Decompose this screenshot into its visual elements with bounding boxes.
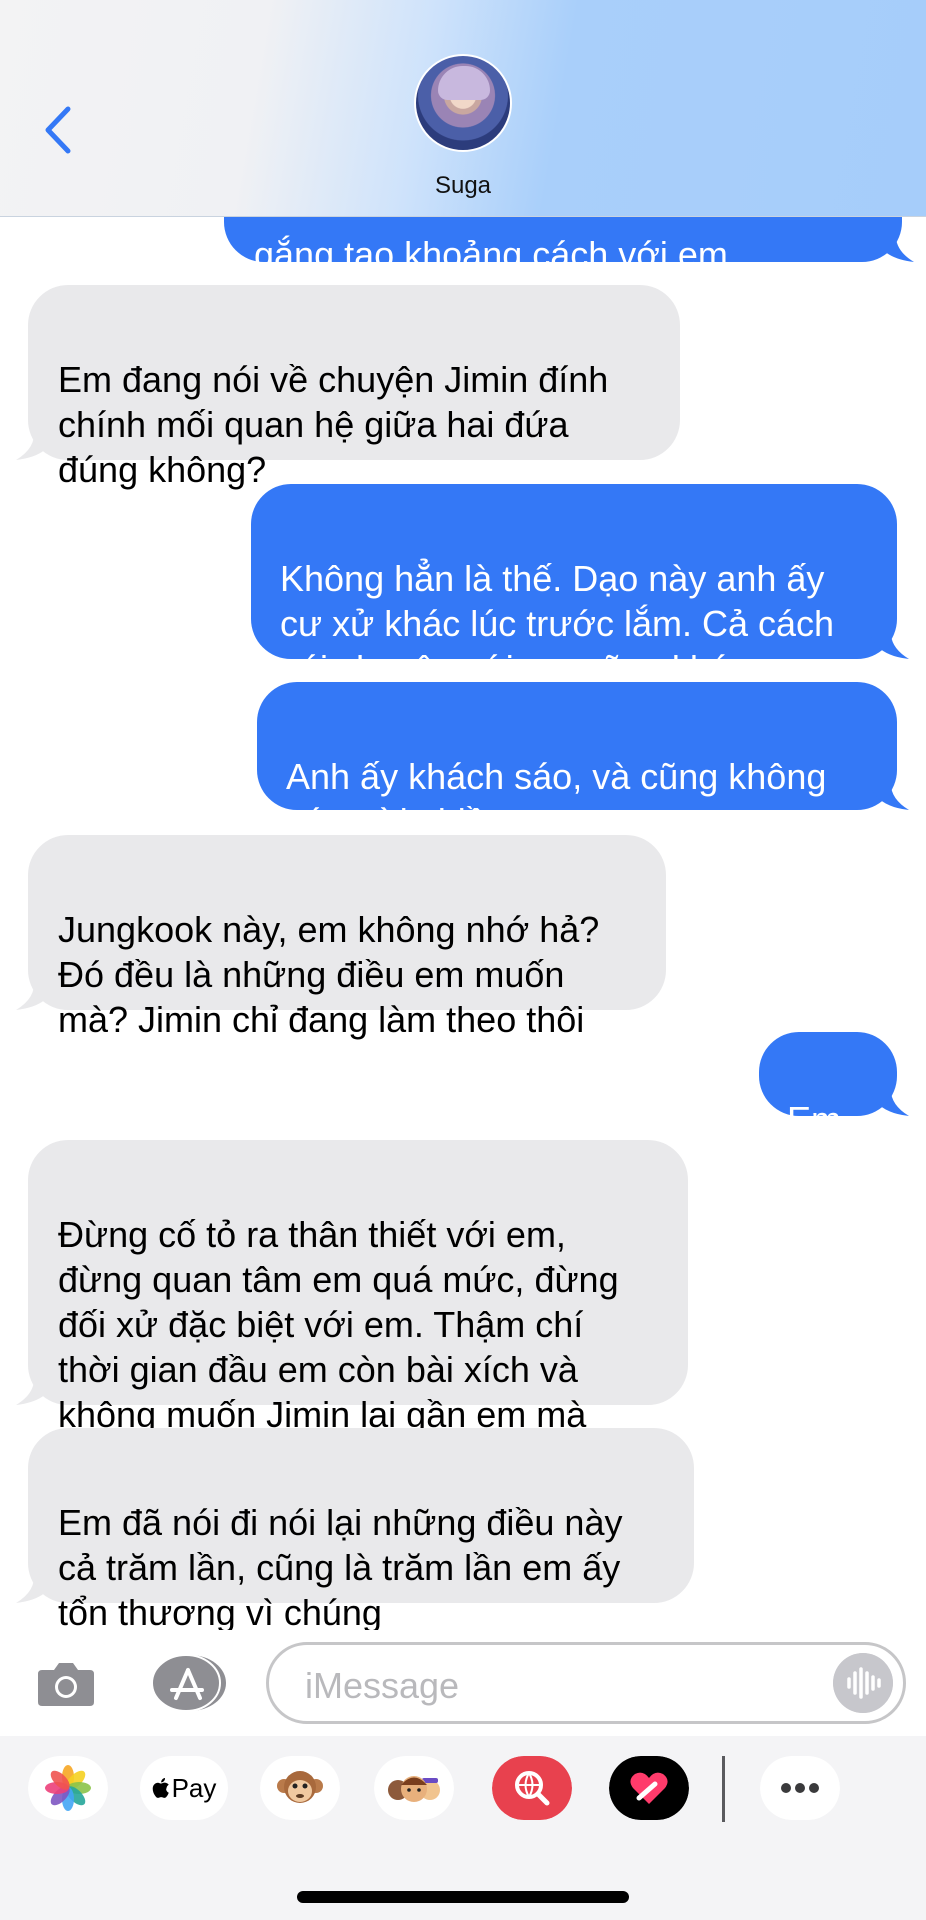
back-chevron-icon[interactable]	[38, 105, 78, 155]
audio-message-icon[interactable]	[833, 1653, 893, 1713]
conversation-header: Suga	[0, 0, 926, 217]
message-text: Jungkook này, em không nhớ hả? Đó đều là…	[58, 909, 600, 1040]
contact-name[interactable]: Suga	[0, 172, 926, 200]
input-bar: iMessage	[0, 1630, 926, 1736]
apple-pay-label: Pay	[171, 1772, 217, 1803]
app-store-icon[interactable]	[150, 1654, 226, 1712]
message-text: Em-	[787, 1099, 853, 1140]
bubble-tail	[16, 980, 56, 1010]
message-thread[interactable]: gắng tạo khoảng cách với em.. Em đang nó…	[0, 0, 926, 1630]
app-drawer: Pay	[0, 1736, 926, 1920]
more-apps-icon[interactable]	[760, 1756, 840, 1820]
digital-touch-icon[interactable]	[609, 1756, 689, 1820]
avatar-photo	[438, 66, 490, 100]
message-text: Em đang nói về chuyện Jimin đính chính m…	[58, 359, 609, 490]
message-text: Không hẳn là thế. Dạo này anh ấy cư xử k…	[280, 558, 835, 689]
message-input-placeholder: iMessage	[305, 1665, 460, 1706]
message-bubble-incoming[interactable]: Em đã nói đi nói lại những điều này cả t…	[16, 1428, 694, 1630]
message-bubble-outgoing[interactable]: Em-	[759, 1032, 909, 1140]
apple-logo-icon	[152, 1778, 169, 1798]
message-bubble-outgoing[interactable]: Anh ấy khách sáo, và cũng không có cười …	[257, 682, 909, 842]
contact-avatar[interactable]	[414, 54, 512, 152]
message-bubble-incoming[interactable]: Em đang nói về chuyện Jimin đính chính m…	[16, 285, 680, 490]
camera-icon[interactable]	[36, 1658, 96, 1708]
message-text: gắng tạo khoảng cách với em..	[254, 234, 748, 275]
animoji-icon[interactable]	[260, 1756, 340, 1820]
apple-pay-icon[interactable]: Pay	[140, 1756, 228, 1820]
bubble-tail	[874, 232, 914, 262]
bubble-tail	[869, 1086, 909, 1116]
message-text: Em đã nói đi nói lại những điều này cả t…	[58, 1502, 623, 1630]
bubble-tail	[869, 780, 909, 810]
bubble-tail	[16, 1375, 56, 1405]
message-bubble-incoming[interactable]: Đừng cố tỏ ra thân thiết với em, đừng qu…	[16, 1140, 688, 1435]
message-text: Đừng cố tỏ ra thân thiết với em, đừng qu…	[58, 1214, 619, 1435]
bubble-tail	[16, 1573, 56, 1603]
bubble-tail	[16, 430, 56, 460]
app-divider	[722, 1756, 725, 1822]
memoji-icon[interactable]	[374, 1756, 454, 1820]
message-bubble-outgoing[interactable]: Không hẳn là thế. Dạo này anh ấy cư xử k…	[251, 484, 909, 689]
web-search-icon[interactable]	[492, 1756, 572, 1820]
message-text: Anh ấy khách sáo, và cũng không có cười …	[286, 756, 827, 842]
photos-icon[interactable]	[28, 1756, 108, 1820]
message-input[interactable]: iMessage	[266, 1642, 906, 1724]
bubble-tail	[869, 629, 909, 659]
home-indicator[interactable]	[297, 1891, 629, 1903]
message-bubble-incoming[interactable]: Jungkook này, em không nhớ hả? Đó đều là…	[16, 835, 666, 1040]
